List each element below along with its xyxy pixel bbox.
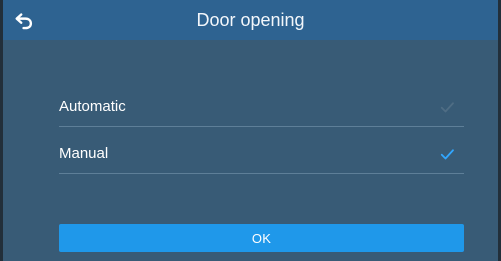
manual-label: Manual <box>59 145 109 162</box>
ok-button[interactable]: OK <box>59 224 464 252</box>
automatic-option[interactable]: Automatic <box>59 87 464 127</box>
manual-option[interactable]: Manual <box>59 134 464 174</box>
title-bar: Door opening <box>3 0 498 40</box>
page-title: Door opening <box>196 10 305 30</box>
door-opening-screen: Door opening Automatic Manual OK <box>0 0 501 261</box>
automatic-label: Automatic <box>59 98 126 115</box>
checkmark-icon <box>440 102 454 113</box>
checkmark-icon <box>440 149 454 160</box>
